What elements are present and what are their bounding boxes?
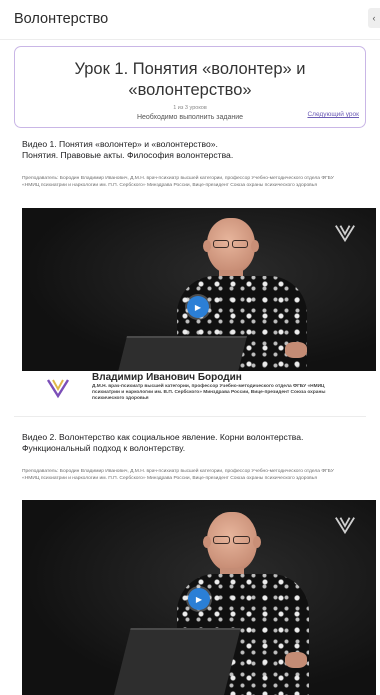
speaker-description: Д.М.Н. врач-психиатр высшей категории, п…: [92, 384, 326, 402]
video-2-title-line1: Видео 2. Волонтерство как социальное явл…: [22, 432, 304, 442]
video-1-caption: Владимир Иванович Бородин Д.М.Н. врач-пс…: [40, 371, 360, 407]
laptop: [113, 628, 241, 695]
organization-logo-icon: [46, 379, 70, 399]
lesson-title: Урок 1. Понятия «волонтер» и «волонтерст…: [74, 60, 306, 99]
video-1-player[interactable]: ▶: [22, 208, 376, 371]
next-lesson-link[interactable]: Следующий урок: [307, 111, 359, 118]
video-2-teacher-info: Преподаватель: Бородин Владимир Иванович…: [22, 469, 334, 482]
lesson-card: Урок 1. Понятия «волонтер» и «волонтерст…: [14, 46, 366, 128]
speaker-name: Владимир Иванович Бородин: [92, 372, 242, 383]
video-1-header: Видео 1. Понятия «волонтер» и «волонтерс…: [22, 139, 376, 190]
play-icon[interactable]: ▶: [187, 296, 209, 318]
page-header: Волонтерство ‹: [0, 0, 380, 40]
laptop: [117, 336, 247, 371]
page-title: Волонтерство: [14, 11, 109, 27]
chevron-left-icon[interactable]: ‹: [368, 8, 380, 28]
video-1-title-line2: Понятия. Правовые акты. Философия волонт…: [22, 150, 234, 160]
video-2-title-line2: Функциональный подход к волонтерству.: [22, 443, 186, 453]
video-2-player[interactable]: ▶: [22, 500, 376, 695]
watermark-logo-icon: [335, 517, 355, 535]
video-1-teacher-info: Преподаватель: Бородин Владимир Иванович…: [22, 176, 334, 189]
video-2-header: Видео 2. Волонтерство как социальное явл…: [22, 432, 376, 483]
video-1-title-line1: Видео 1. Понятия «волонтер» и «волонтерс…: [22, 139, 218, 149]
watermark-logo-icon: [335, 225, 355, 243]
play-icon[interactable]: ▶: [188, 588, 210, 610]
divider: [14, 416, 366, 417]
